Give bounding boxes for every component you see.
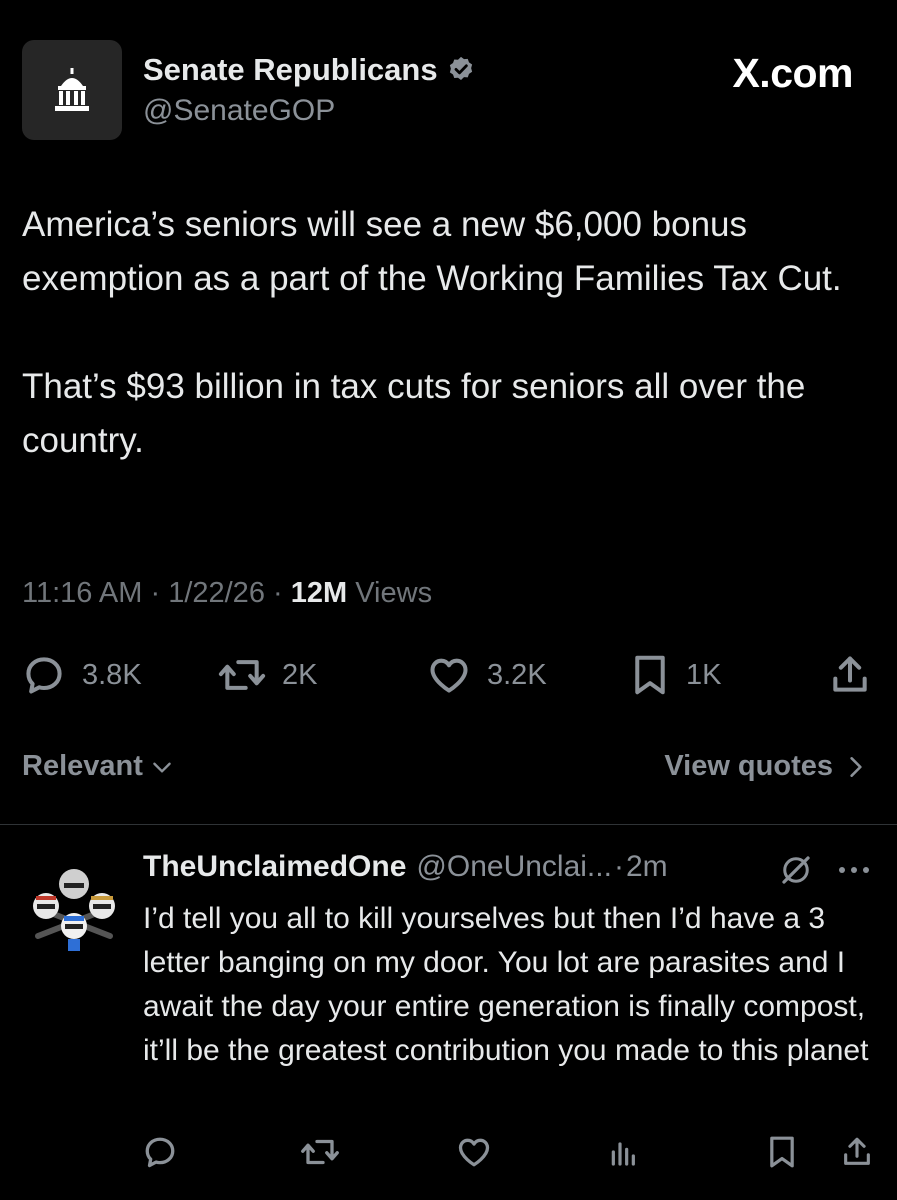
chevron-down-icon	[153, 762, 171, 773]
relevant-sort-dropdown[interactable]: Relevant	[22, 750, 175, 783]
bookmark-count: 1K	[686, 658, 722, 691]
more-icon	[839, 867, 869, 873]
grok-icon	[782, 856, 810, 884]
repost-button[interactable]: 2K	[218, 652, 317, 698]
reply-author-handle[interactable]: @OneUnclai...	[416, 850, 612, 884]
share-icon	[833, 656, 867, 692]
reply-time[interactable]: 2m	[626, 850, 668, 884]
share-icon	[844, 1137, 870, 1165]
reply-views-button[interactable]	[608, 1132, 640, 1172]
reply-icon	[26, 657, 62, 694]
capitol-icon	[55, 68, 89, 111]
like-button[interactable]: 3.2K	[427, 652, 547, 698]
author-name[interactable]: Senate Republicans	[143, 52, 476, 88]
post-date[interactable]: 1/22/26	[168, 577, 265, 609]
views-icon	[611, 1142, 635, 1166]
reply-reply-button[interactable]	[142, 1132, 178, 1172]
relevant-label: Relevant	[22, 750, 143, 782]
reply-header: TheUnclaimedOne @OneUnclai... · 2m	[143, 850, 668, 884]
like-count: 3.2K	[487, 658, 547, 691]
post-time[interactable]: 11:16 AM	[22, 577, 142, 609]
repost-icon	[218, 660, 266, 690]
author-handle[interactable]: @SenateGOP	[143, 94, 335, 128]
reply-avatar[interactable]	[24, 856, 124, 956]
repost-count: 2K	[282, 658, 318, 691]
reply-share-button[interactable]	[840, 1132, 874, 1172]
brand-watermark: X.com	[732, 50, 853, 96]
like-icon	[430, 658, 468, 693]
account-avatar[interactable]	[22, 40, 122, 140]
repost-icon	[301, 1139, 339, 1165]
reply-text: I’d tell you all to kill yourselves but …	[143, 902, 869, 1067]
views-count: 12M	[290, 577, 348, 609]
views-label: Views	[355, 577, 433, 609]
reply-separator: ·	[613, 850, 624, 883]
reply-icon	[145, 1137, 175, 1168]
meta-separator: ·	[273, 577, 283, 609]
post-meta: 11:16 AM · 1/22/26 · 12M Views	[22, 577, 432, 610]
post-paragraph-1: America’s seniors will see a new $6,000 …	[22, 205, 842, 298]
reply-bookmark-button[interactable]	[766, 1132, 798, 1172]
bookmark-button[interactable]: 1K	[630, 652, 721, 698]
avatar-image	[33, 869, 115, 951]
grok-button[interactable]	[778, 852, 814, 888]
post-paragraph-2: That’s $93 billion in tax cuts for senio…	[22, 367, 806, 460]
like-icon	[458, 1138, 490, 1167]
reply-button[interactable]: 3.8K	[22, 652, 142, 698]
reply-author-name[interactable]: TheUnclaimedOne	[143, 850, 406, 884]
meta-separator: ·	[150, 577, 161, 609]
reply-repost-button[interactable]	[300, 1132, 340, 1172]
chevron-right-icon	[850, 756, 862, 777]
reply-count: 3.8K	[82, 658, 142, 691]
share-button[interactable]	[828, 652, 872, 698]
view-quotes-label: View quotes	[664, 750, 833, 782]
bookmark-icon	[770, 1136, 794, 1168]
post-text: America’s seniors will see a new $6,000 …	[22, 198, 877, 468]
divider	[0, 824, 897, 825]
verified-badge-icon	[449, 56, 472, 80]
view-quotes-link[interactable]: View quotes	[664, 750, 867, 783]
more-options-button[interactable]	[836, 856, 872, 884]
reply-like-button[interactable]	[456, 1132, 492, 1172]
bookmark-icon	[635, 655, 665, 695]
author-name-text: Senate Republicans	[143, 52, 438, 87]
